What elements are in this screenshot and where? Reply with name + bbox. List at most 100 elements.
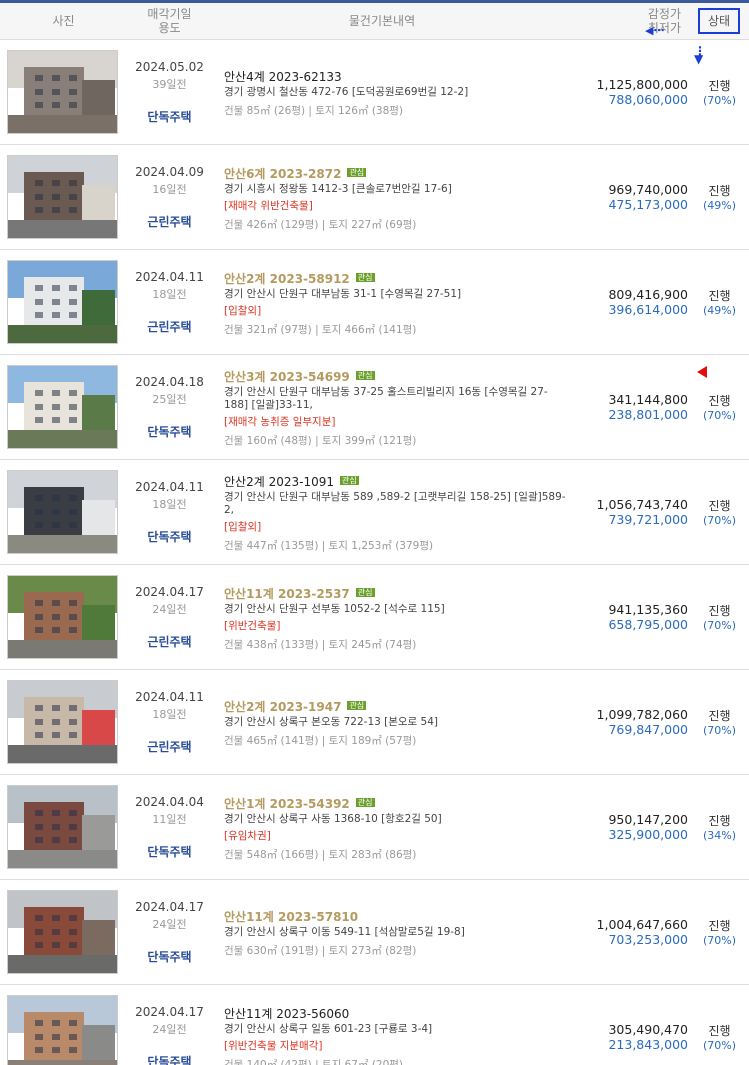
case-number-link[interactable]: 안산3계 2023-54699 [224,370,350,384]
photo-window [68,627,77,634]
case-line: 안산2계 2023-58912 관심 [224,268,567,287]
case-number-link[interactable]: 안산1계 2023-54392 [224,797,350,811]
photo-building-2 [82,604,115,642]
status-sort-button[interactable]: 상태 [697,8,741,34]
table-row[interactable]: 2024.04.17 24일전 단독주택 안산11계 2023-57810 경기… [0,880,749,985]
table-row[interactable]: 2024.04.17 24일전 근린주택 안산11계 2023-2537 관심 경… [0,565,749,670]
photo-window [51,508,60,515]
property-photo[interactable] [7,575,118,659]
photo-window [35,74,44,81]
table-row[interactable]: 2024.04.11 18일전 근린주택 안산2계 2023-58912 관심 경… [0,250,749,355]
property-photo[interactable] [7,365,118,449]
days-ago: 25일전 [152,392,187,406]
arrow-left-dotted-icon: ◀⋯ [645,24,665,37]
photo-window [68,312,77,319]
address: 경기 안산시 상록구 이동 549-11 [석삼말로5길 19-8] [224,926,465,938]
photo-building-2 [82,79,115,117]
photo-window [35,207,44,214]
property-photo[interactable] [7,470,118,554]
photo-ground [8,429,117,448]
days-ago: 16일전 [152,182,187,196]
photo-building-2 [82,814,115,852]
days-ago: 24일전 [152,1022,187,1036]
case-number-link[interactable]: 안산11계 2023-56060 [224,1007,349,1021]
property-photo[interactable] [7,785,118,869]
case-line: 안산2계 2023-1091 관심 [224,471,567,490]
photo-cell [0,680,127,764]
photo-window [68,928,77,935]
photo-building [24,907,85,957]
price-cell: 969,740,000 475,173,000 [567,182,690,212]
special-note: [입찰외] [224,304,262,317]
property-use: 단독주택 [147,424,192,439]
property-photo[interactable] [7,890,118,974]
area-info: 건물 447㎡ (135평) | 토지 1,253㎡ (379평) [224,540,434,552]
price-cell: 1,004,647,660 703,253,000 [567,917,690,947]
photo-window [35,417,44,424]
property-photo[interactable] [7,995,118,1065]
table-row[interactable]: 2024.04.11 18일전 단독주택 안산2계 2023-1091 관심 경기… [0,460,749,565]
property-photo[interactable] [7,680,118,764]
photo-window [51,1047,60,1054]
property-use: 근린주택 [147,319,192,334]
photo-window [35,1033,44,1040]
sale-date: 2024.05.02 [135,59,204,74]
table-row[interactable]: 2024.05.02 39일전 단독주택 안산4계 2023-62133 경기 … [0,40,749,145]
minimum-price: 325,900,000 [608,827,688,842]
price-cell: 1,056,743,740 739,721,000 [567,497,690,527]
header-status[interactable]: 상태 [689,8,749,34]
property-photo[interactable] [7,50,118,134]
photo-window [35,193,44,200]
interest-badge: 관심 [355,371,375,380]
appraisal-price: 1,099,782,060 [596,707,688,722]
status-percent: (70%) [702,619,737,632]
property-photo[interactable] [7,155,118,239]
case-number-link[interactable]: 안산11계 2023-2537 [224,587,350,601]
header-info: 물건기본내역 [348,14,416,28]
photo-ground [8,744,117,763]
date-cell: 2024.04.11 18일전 근린주택 [127,690,212,755]
photo-window [51,312,60,319]
photo-window [35,1047,44,1054]
special-note: [재매각 농취증 일부지분] [224,416,336,428]
case-number-link[interactable]: 안산6계 2023-2872 [224,167,341,181]
date-cell: 2024.04.11 18일전 단독주택 [127,480,212,545]
photo-window [51,298,60,305]
photo-cell [0,995,127,1065]
table-row[interactable]: 2024.04.11 18일전 근린주택 안산2계 2023-1947 관심 경기… [0,670,749,775]
photo-window [51,1019,60,1026]
auction-list: 사진 매각기일 용도 물건기본내역 감정가 최저가 상태 ◀⋯ ⋮ ▼ 2024.… [0,0,749,1065]
table-row[interactable]: 2024.04.09 16일전 근린주택 안산6계 2023-2872 관심 경기… [0,145,749,250]
photo-window [35,508,44,515]
status-percent: (49%) [702,304,737,317]
property-photo[interactable] [7,260,118,344]
photo-window [68,298,77,305]
area-info: 건물 465㎡ (141평) | 토지 189㎡ (57평) [224,735,417,747]
photo-ground [8,324,117,343]
photo-window [68,284,77,291]
photo-window [51,193,60,200]
table-row[interactable]: 2024.04.18 25일전 단독주택 안산3계 2023-54699 관심 경… [0,355,749,460]
photo-window [68,88,77,95]
case-number-link[interactable]: 안산2계 2023-58912 [224,272,350,286]
header-appraisal: 감정가 [647,7,681,21]
photo-building-2 [82,289,115,327]
case-number-link[interactable]: 안산4계 2023-62133 [224,70,342,84]
minimum-price: 213,843,000 [608,1037,688,1052]
photo-window [35,809,44,816]
case-number-link[interactable]: 안산11계 2023-57810 [224,910,358,924]
photo-building [24,802,85,852]
table-row[interactable]: 2024.04.17 24일전 단독주택 안산11계 2023-56060 경기… [0,985,749,1065]
photo-window [35,928,44,935]
photo-window [35,627,44,634]
info-cell: 안산4계 2023-62133 경기 광명시 철산동 472-76 [도덕공원로… [212,66,567,118]
minimum-price: 238,801,000 [608,407,688,422]
status-cell: 진행 (70%) [690,77,749,107]
info-cell: 안산11계 2023-2537 관심 경기 안산시 단원구 선부동 1052-2 … [212,583,567,652]
table-row[interactable]: 2024.04.04 11일전 단독주택 안산1계 2023-54392 관심 경… [0,775,749,880]
case-number-link[interactable]: 안산2계 2023-1947 [224,700,341,714]
date-cell: 2024.04.11 18일전 근린주택 [127,270,212,335]
header-price[interactable]: 감정가 최저가 [552,7,689,35]
photo-window [68,599,77,606]
case-number-link[interactable]: 안산2계 2023-1091 [224,475,334,489]
